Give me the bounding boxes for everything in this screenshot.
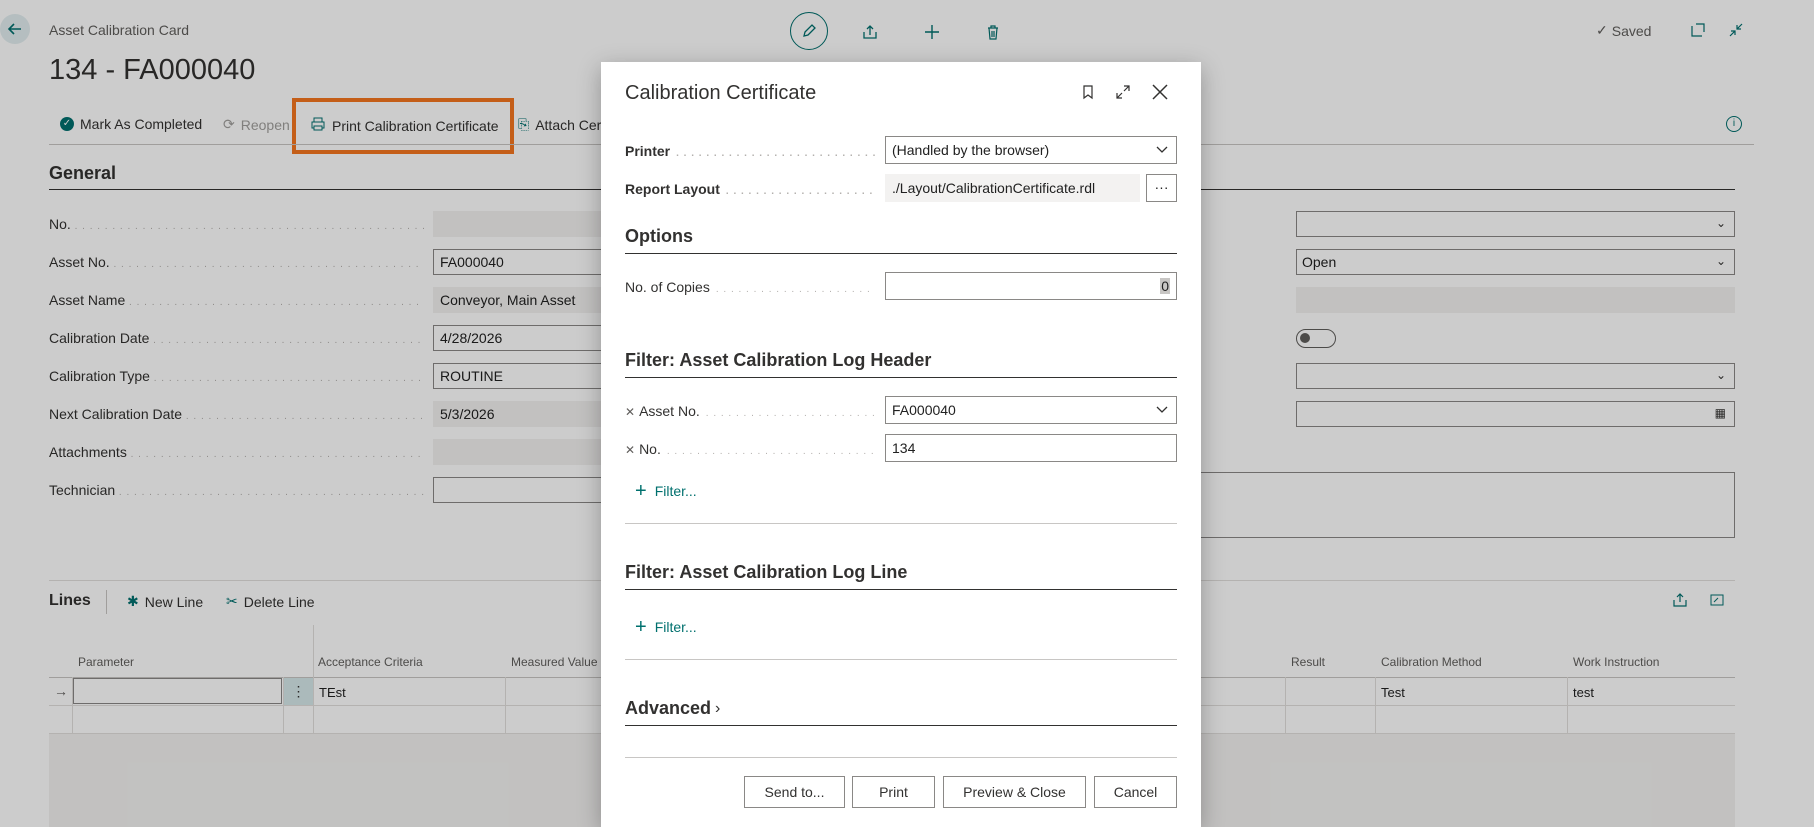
filter-no-input[interactable]: 134	[885, 434, 1177, 462]
filter-line-end-rule	[625, 659, 1177, 660]
filter-asset-label: ✕ Asset No.. . . . . . . . . . . . . . . …	[625, 403, 875, 419]
dialog-title: Calibration Certificate	[625, 82, 817, 104]
expand-icon[interactable]	[1113, 82, 1133, 102]
chevron-down-icon	[1156, 146, 1168, 153]
advanced-section[interactable]: Advanced ›	[625, 698, 720, 719]
filter-header-title: Filter: Asset Calibration Log Header	[625, 350, 932, 370]
filter-line-title: Filter: Asset Calibration Log Line	[625, 562, 908, 582]
footer-rule	[625, 757, 1177, 758]
filter-line-rule	[625, 589, 1177, 590]
add-line-filter-link[interactable]: + Filter...	[635, 616, 697, 638]
filter-no-label: ✕ No.. . . . . . . . . . . . . . . . . . …	[625, 441, 875, 457]
add-header-filter-link[interactable]: + Filter...	[635, 480, 697, 502]
plus-icon: +	[635, 616, 647, 638]
filter-asset-select[interactable]: FA000040	[885, 396, 1177, 424]
close-icon[interactable]	[1149, 81, 1171, 103]
remove-filter-icon[interactable]: ✕	[625, 405, 635, 419]
options-section-title: Options	[625, 226, 693, 246]
print-button[interactable]: Print	[852, 776, 935, 808]
filter-header-end-rule	[625, 523, 1177, 524]
options-rule	[625, 253, 1177, 254]
report-layout-field[interactable]: ./Layout/CalibrationCertificate.rdl	[885, 174, 1140, 202]
bookmark-icon[interactable]	[1078, 82, 1098, 102]
calibration-certificate-dialog: Calibration Certificate Printer. . . . .…	[601, 62, 1201, 827]
preview-close-button[interactable]: Preview & Close	[943, 776, 1086, 808]
copies-input[interactable]: 0	[885, 272, 1177, 300]
copies-label: No. of Copies. . . . . . . . . . . . . .…	[625, 279, 875, 295]
plus-icon: +	[635, 480, 647, 502]
advanced-rule	[625, 725, 1177, 726]
printer-select[interactable]: (Handled by the browser)	[885, 136, 1177, 164]
report-layout-label: Report Layout. . . . . . . . . . . . . .…	[625, 181, 875, 197]
filter-header-rule	[625, 377, 1177, 378]
printer-label: Printer. . . . . . . . . . . . . . . . .…	[625, 143, 875, 159]
layout-lookup-button[interactable]: ···	[1146, 174, 1177, 202]
chevron-down-icon	[1156, 406, 1168, 413]
chevron-right-icon: ›	[715, 699, 721, 717]
cancel-button[interactable]: Cancel	[1094, 776, 1177, 808]
send-to-button[interactable]: Send to...	[744, 776, 845, 808]
remove-filter-icon[interactable]: ✕	[625, 443, 635, 457]
